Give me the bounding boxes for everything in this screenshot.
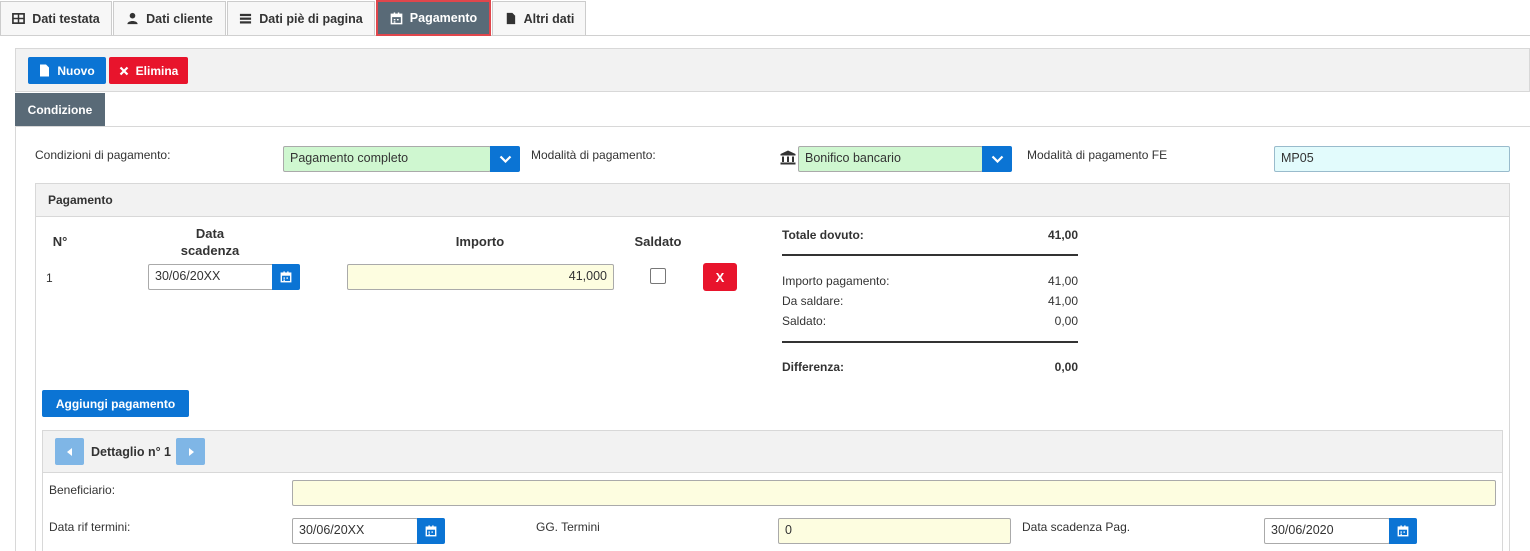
tab-label: Dati piè di pagina <box>259 11 363 26</box>
due-date-input[interactable]: 30/06/20XX <box>148 264 274 290</box>
file-icon <box>506 12 515 25</box>
tab-pagamento[interactable]: Pagamento <box>376 0 491 36</box>
days-label: GG. Termini <box>536 520 600 534</box>
caret-right-icon <box>188 447 194 456</box>
summary-amount-value: 41,00 <box>1047 274 1078 288</box>
summary-amount-label: Importo pagamento: <box>782 274 890 288</box>
tab-condizione[interactable]: Condizione <box>15 93 105 126</box>
due-date-pag-label: Data scadenza Pag. <box>1022 520 1131 534</box>
col-header-due-date-2: scadenza <box>180 243 240 258</box>
payment-conditions-dropdown-button[interactable] <box>490 146 520 172</box>
beneficiary-input[interactable] <box>292 480 1496 506</box>
row-number: 1 <box>46 271 53 285</box>
amount-value: 41,000 <box>568 269 607 283</box>
action-toolbar: Nuovo Elimina <box>15 48 1530 92</box>
tab-dati-pie-di-pagina[interactable]: Dati piè di pagina <box>227 1 375 35</box>
new-button[interactable]: Nuovo <box>28 57 106 84</box>
list-icon <box>240 13 252 24</box>
days-input[interactable]: 0 <box>778 518 1011 544</box>
payment-mode-label: Modalità di pagamento: <box>531 148 656 162</box>
summary-divider <box>782 341 1078 343</box>
summary-divider <box>782 254 1078 256</box>
payment-mode-value: Bonifico bancario <box>805 151 901 165</box>
user-icon <box>127 12 138 25</box>
summary-difference-label: Differenza: <box>782 360 845 374</box>
delete-button-label: Elimina <box>135 63 179 78</box>
summary-total: Totale dovuto: 41,00 <box>782 228 1078 242</box>
delete-button[interactable]: Elimina <box>109 57 188 84</box>
col-header-amount: Importo <box>455 234 505 249</box>
amount-input[interactable]: 41,000 <box>347 264 614 290</box>
col-header-paid: Saldato <box>634 234 682 249</box>
summary-paid-value: 0,00 <box>1054 314 1078 328</box>
ref-date-value: 30/06/20XX <box>299 523 365 537</box>
calendar-icon <box>390 11 403 24</box>
payment-conditions-select[interactable]: Pagamento completo <box>283 146 491 172</box>
due-date-pag-input[interactable]: 30/06/2020 <box>1264 518 1390 544</box>
beneficiary-label: Beneficiario: <box>49 483 116 497</box>
col-header-number: N° <box>52 234 68 249</box>
chevron-down-icon <box>991 155 1003 163</box>
tab-label: Altri dati <box>523 11 575 26</box>
subtab-label: Condizione <box>27 102 93 117</box>
delete-row-label: X <box>715 269 725 285</box>
payment-conditions-value: Pagamento completo <box>290 151 409 165</box>
payment-mode-dropdown-button[interactable] <box>982 146 1012 172</box>
paid-checkbox[interactable] <box>650 268 666 284</box>
calendar-icon <box>1397 525 1409 537</box>
tab-dati-cliente[interactable]: Dati cliente <box>113 1 226 35</box>
payment-box-title: Pagamento <box>36 184 1509 217</box>
tab-label: Pagamento <box>409 11 478 25</box>
delete-row-button[interactable]: X <box>703 263 737 291</box>
calendar-icon <box>425 525 437 537</box>
detail-header <box>43 431 1502 473</box>
summary-paid: Saldato: 0,00 <box>782 314 1078 328</box>
summary-due-label: Da saldare: <box>782 294 844 308</box>
due-date-pag-value: 30/06/2020 <box>1271 523 1334 537</box>
bank-icon <box>780 150 796 165</box>
col-header-due-date-1: Data <box>195 226 225 241</box>
tab-dati-testata[interactable]: Dati testata <box>0 1 112 35</box>
chevron-down-icon <box>499 155 511 163</box>
summary-difference: Differenza: 0,00 <box>782 360 1078 374</box>
next-detail-button[interactable] <box>176 438 205 465</box>
due-date-value: 30/06/20XX <box>155 269 221 283</box>
summary-due-value: 41,00 <box>1047 294 1078 308</box>
add-payment-button[interactable]: Aggiungi pagamento <box>42 390 189 417</box>
calendar-icon <box>280 271 292 283</box>
payment-mode-fe-value: MP05 <box>1281 151 1314 165</box>
payment-conditions-label: Condizioni di pagamento: <box>35 148 171 162</box>
previous-detail-button[interactable] <box>55 438 84 465</box>
ref-date-input[interactable]: 30/06/20XX <box>292 518 418 544</box>
file-icon <box>40 64 50 77</box>
ref-date-label: Data rif termini: <box>49 520 131 534</box>
tab-label: Dati cliente <box>146 11 213 26</box>
payment-mode-select[interactable]: Bonifico bancario <box>798 146 983 172</box>
payment-mode-fe-field[interactable]: MP05 <box>1274 146 1510 172</box>
tab-bar: Dati testata Dati cliente Dati piè di pa… <box>0 0 1530 36</box>
days-value: 0 <box>785 523 792 537</box>
payment-mode-fe-label: Modalità di pagamento FE <box>1027 148 1168 162</box>
ref-date-calendar-button[interactable] <box>417 518 445 544</box>
summary-total-label: Totale dovuto: <box>782 228 864 242</box>
summary-due: Da saldare: 41,00 <box>782 294 1078 308</box>
summary-paid-label: Saldato: <box>782 314 827 328</box>
add-payment-label: Aggiungi pagamento <box>55 396 176 411</box>
caret-left-icon <box>66 447 72 456</box>
table-icon <box>12 13 26 24</box>
summary-total-value: 41,00 <box>1047 228 1078 242</box>
summary-difference-value: 0,00 <box>1054 360 1078 374</box>
detail-title: Dettaglio n° 1 <box>91 445 172 459</box>
close-icon <box>119 66 128 75</box>
due-date-pag-calendar-button[interactable] <box>1389 518 1417 544</box>
tab-altri-dati[interactable]: Altri dati <box>492 1 586 35</box>
summary-amount: Importo pagamento: 41,00 <box>782 274 1078 288</box>
due-date-calendar-button[interactable] <box>272 264 300 290</box>
new-button-label: Nuovo <box>57 63 95 78</box>
tab-label: Dati testata <box>32 11 100 26</box>
